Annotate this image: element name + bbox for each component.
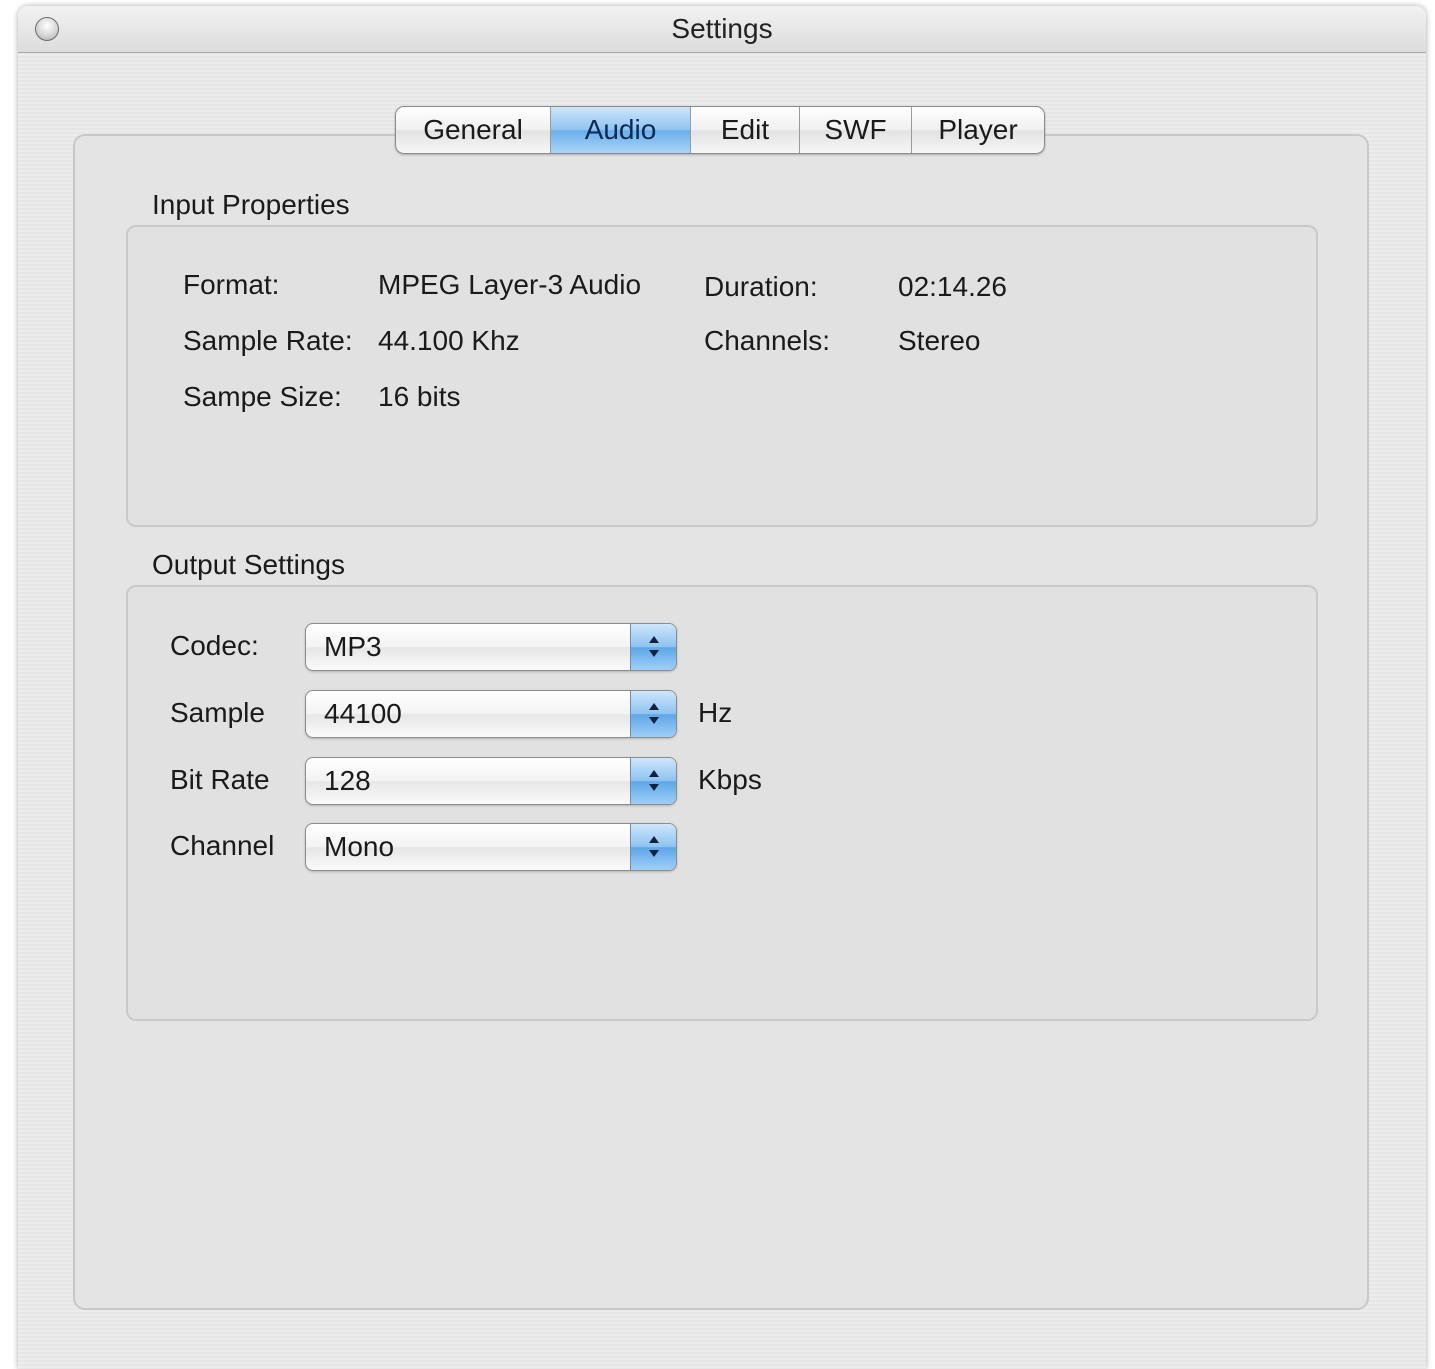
channels-value: Stereo bbox=[898, 325, 981, 356]
channels-label: Channels: bbox=[704, 325, 831, 356]
title-bar[interactable]: Settings bbox=[18, 6, 1426, 53]
sample-unit: Hz bbox=[698, 697, 733, 728]
tab-edit[interactable]: Edit bbox=[691, 107, 800, 153]
bitrate-select-value: 128 bbox=[324, 765, 371, 796]
output-settings-box: Codec: MP3 Sample 44100 Hz Bit Rate 128 … bbox=[126, 585, 1318, 1021]
tab-audio[interactable]: Audio bbox=[551, 107, 691, 153]
sample-select[interactable]: 44100 bbox=[305, 690, 677, 738]
tab-swf[interactable]: SWF bbox=[800, 107, 912, 153]
tab-bar: General Audio Edit SWF Player bbox=[395, 106, 1045, 154]
codec-label: Codec: bbox=[170, 630, 259, 661]
codec-select[interactable]: MP3 bbox=[305, 623, 677, 671]
sample-label: Sample bbox=[170, 697, 265, 728]
codec-select-value: MP3 bbox=[324, 631, 382, 662]
up-down-arrows-icon bbox=[630, 624, 676, 670]
bitrate-label: Bit Rate bbox=[170, 764, 270, 795]
settings-window: Settings General Audio Edit SWF Player I… bbox=[18, 6, 1426, 1369]
channel-select-value: Mono bbox=[324, 831, 395, 862]
sample-select-value: 44100 bbox=[324, 698, 402, 729]
channel-select[interactable]: Mono bbox=[305, 823, 677, 871]
duration-label: Duration: bbox=[704, 271, 818, 302]
sample-size-value: 16 bits bbox=[378, 381, 461, 412]
bitrate-unit: Kbps bbox=[698, 764, 762, 795]
output-settings-title: Output Settings bbox=[152, 549, 346, 580]
tab-player[interactable]: Player bbox=[912, 107, 1044, 153]
input-properties-title: Input Properties bbox=[152, 189, 350, 220]
up-down-arrows-icon bbox=[630, 824, 676, 870]
channel-label: Channel bbox=[170, 830, 275, 861]
sample-rate-label: Sample Rate: bbox=[183, 325, 353, 356]
sample-rate-value: 44.100 Khz bbox=[378, 325, 520, 356]
sample-size-label: Sampe Size: bbox=[183, 381, 342, 412]
window-title: Settings bbox=[671, 13, 773, 44]
up-down-arrows-icon bbox=[630, 758, 676, 804]
format-value: MPEG Layer-3 Audio bbox=[378, 269, 642, 300]
duration-value: 02:14.26 bbox=[898, 271, 1007, 302]
format-label: Format: bbox=[183, 269, 280, 300]
bitrate-select[interactable]: 128 bbox=[305, 757, 677, 805]
input-properties-box: Format: MPEG Layer-3 Audio Duration: 02:… bbox=[126, 225, 1318, 527]
up-down-arrows-icon bbox=[630, 691, 676, 737]
tab-general[interactable]: General bbox=[396, 107, 551, 153]
